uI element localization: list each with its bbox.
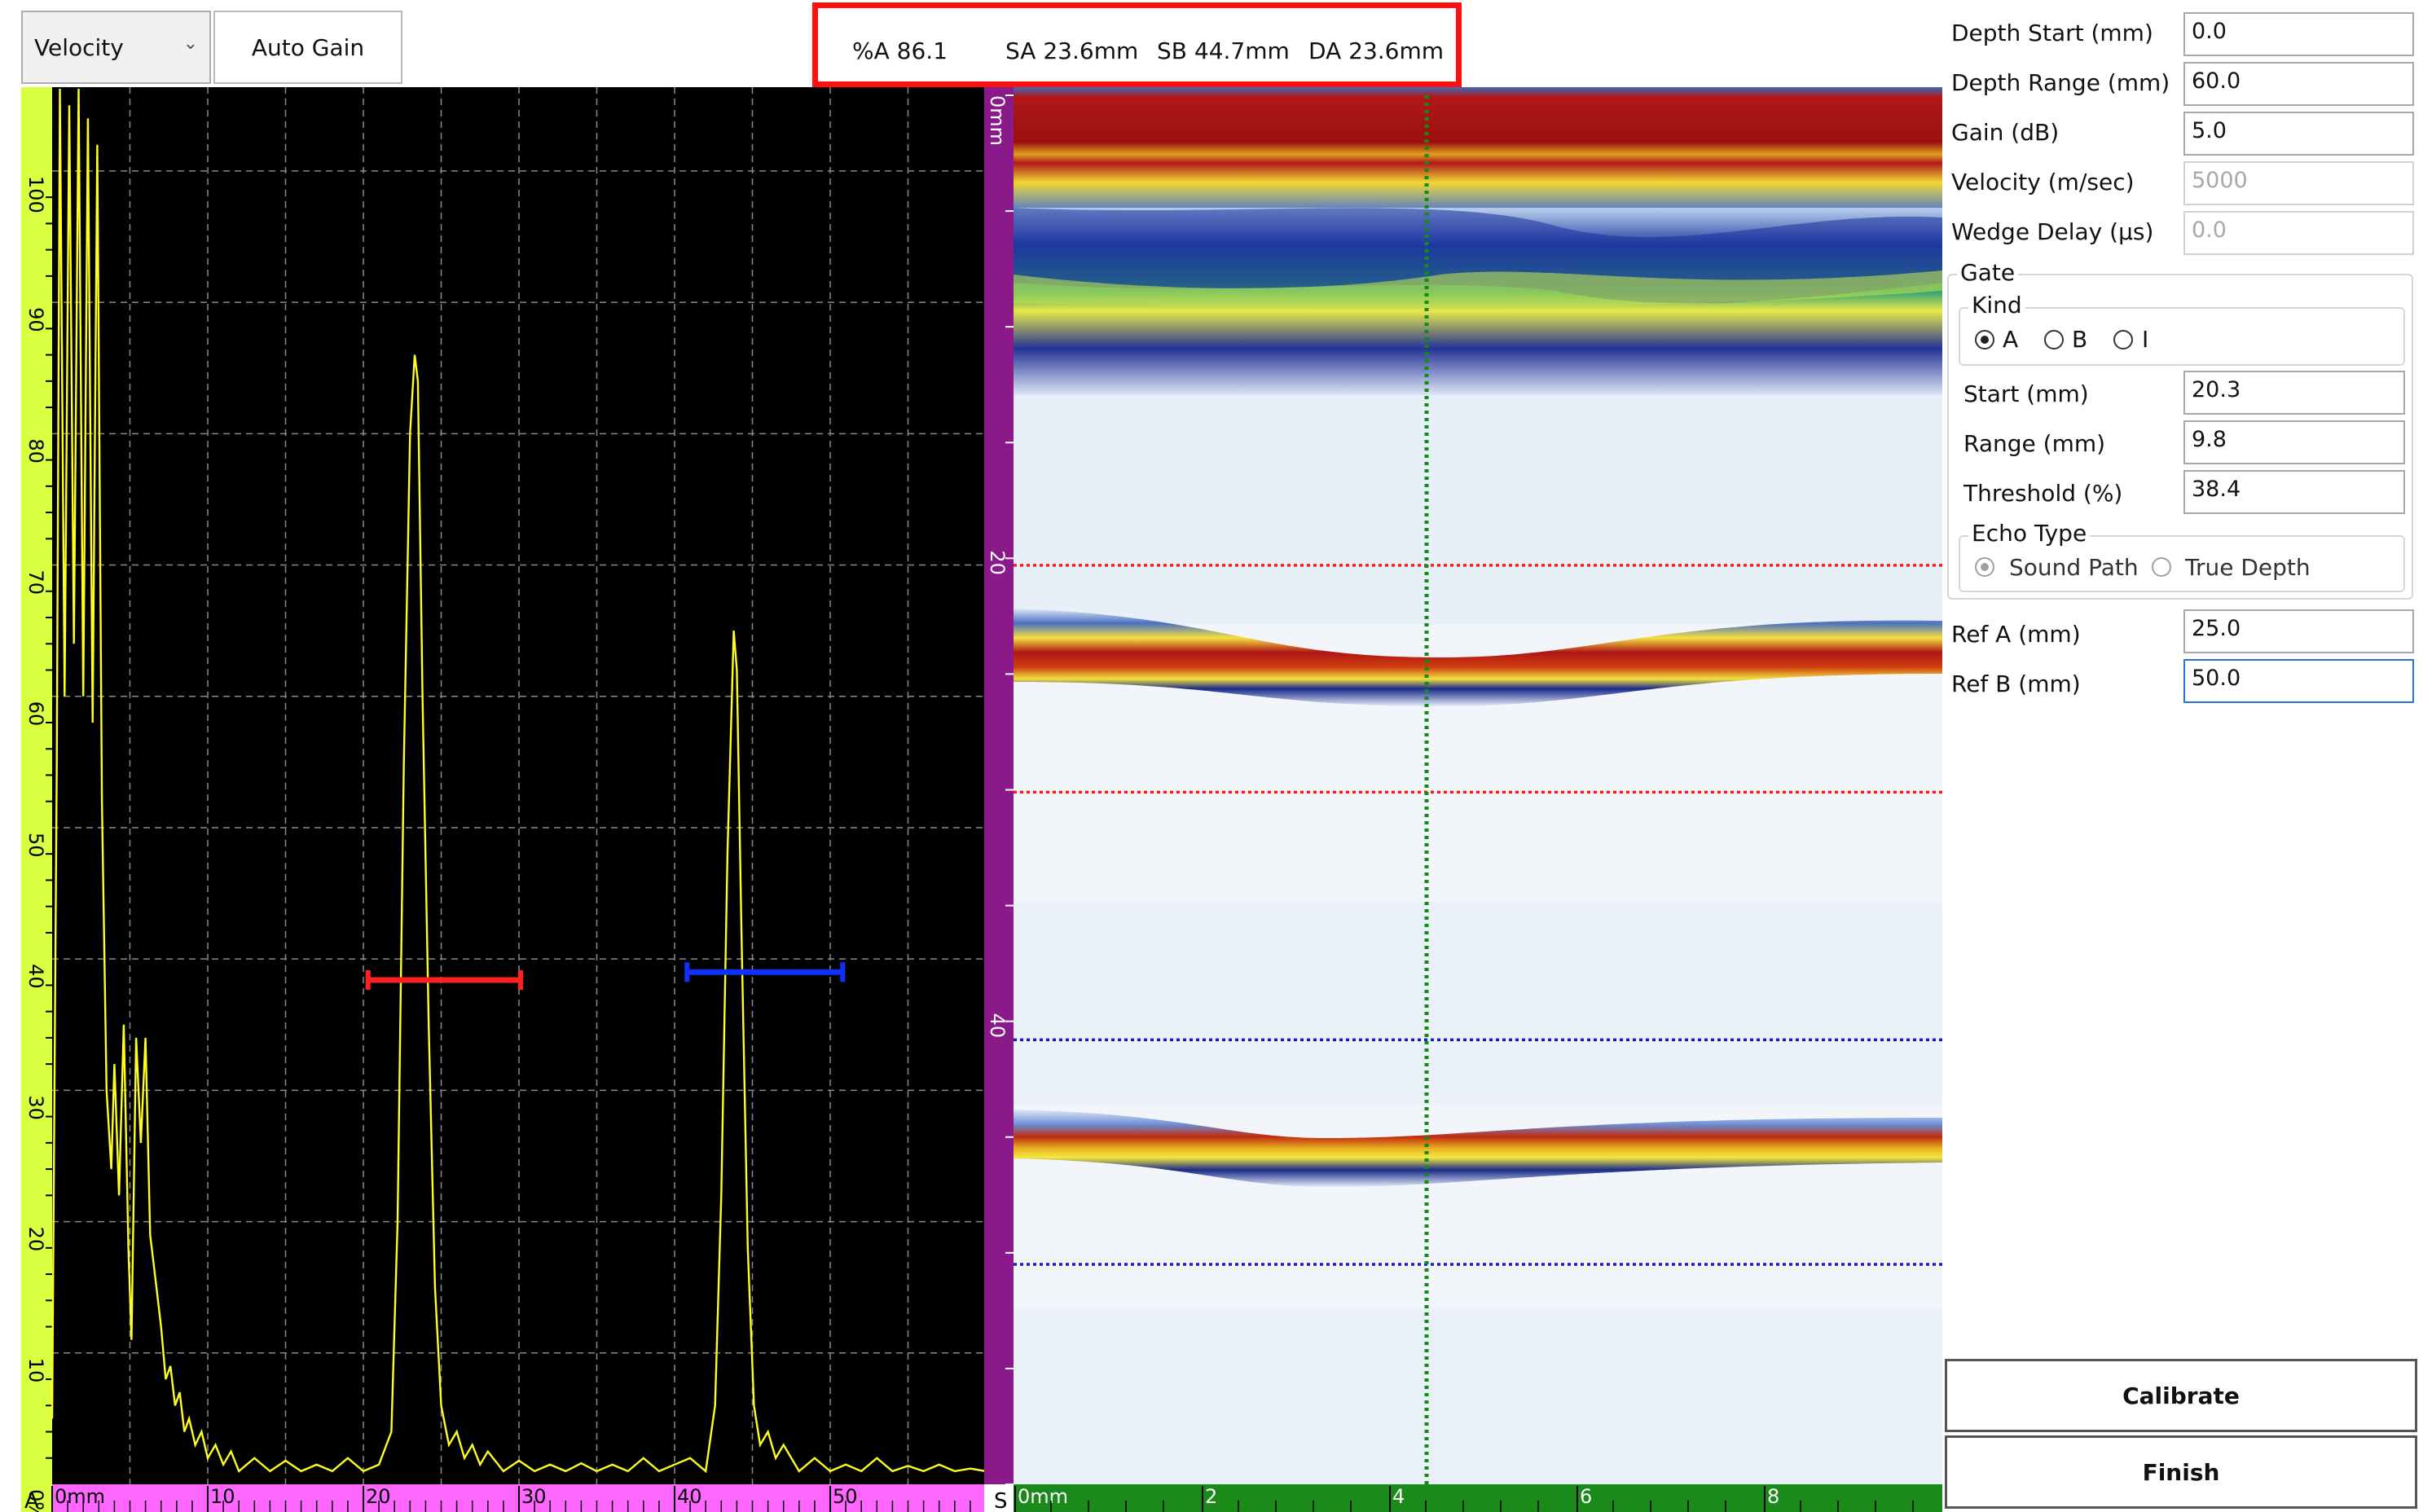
cscan-x-tick-label: 2 — [1205, 1485, 1217, 1508]
velocity-field[interactable]: 5000 — [2183, 161, 2414, 205]
velocity-label: Velocity (m/sec) — [1951, 169, 2135, 196]
measurement-readout: %A 86.1 SA 23.6mm SB 44.7mm DA 23.6mm — [812, 2, 1462, 87]
kind-i-radio[interactable] — [2113, 330, 2133, 349]
ascan-x-tick-label: 50 — [833, 1485, 858, 1508]
ascan-y-tick-label: 20 — [24, 1227, 47, 1252]
cscan-surface-echo — [1014, 87, 1942, 209]
depth-start-label: Depth Start (mm) — [1951, 20, 2153, 46]
gate-threshold-field[interactable]: 38.4 — [2183, 470, 2405, 514]
echo-type-title: Echo Type — [1968, 520, 2091, 547]
ascan-y-tick-label: 50 — [24, 833, 47, 858]
kind-b-radio[interactable] — [2044, 330, 2064, 349]
depth-range-label: Depth Range (mm) — [1951, 69, 2170, 96]
calibrate-button[interactable]: Calibrate — [1945, 1359, 2417, 1432]
ascan-x-tick-label: 10 — [210, 1485, 235, 1508]
ref-a-label: Ref A (mm) — [1951, 621, 2081, 648]
readout-sa: SA 23.6mm — [1005, 37, 1139, 64]
true-depth-label: True Depth — [2185, 554, 2311, 581]
kind-group — [1959, 307, 2405, 366]
kind-group-title: Kind — [1968, 292, 2025, 319]
readout-da: DA 23.6mm — [1308, 37, 1445, 64]
cscan-x-axis — [1014, 1484, 1942, 1512]
true-depth-radio[interactable] — [2152, 557, 2171, 577]
sound-path-radio[interactable] — [1975, 557, 1994, 577]
cscan-x-tick-label: 8 — [1767, 1485, 1779, 1508]
kind-a-radio[interactable] — [1975, 330, 1994, 349]
depth-start-field[interactable]: 0.0 — [2183, 12, 2414, 56]
auto-gain-button[interactable]: Auto Gain — [213, 11, 402, 84]
ascan-y-tick-label: 60 — [24, 701, 47, 727]
readout-sb: SB 44.7mm — [1157, 37, 1290, 64]
finish-button[interactable]: Finish — [1945, 1435, 2417, 1509]
ascan-x-tick-label: 20 — [366, 1485, 391, 1508]
gate-start-label: Start (mm) — [1963, 380, 2089, 407]
wedge-delay-field[interactable]: 0.0 — [2183, 211, 2414, 255]
ascan-x-tick-label: 40 — [677, 1485, 702, 1508]
ref-b-label: Ref B (mm) — [1951, 670, 2081, 697]
gain-field[interactable]: 5.0 — [2183, 112, 2414, 156]
ascan-y-tick-label: 70 — [24, 570, 47, 596]
velocity-select[interactable]: Velocity ⌄ — [21, 11, 211, 84]
gain-label: Gain (dB) — [1951, 119, 2060, 146]
sound-path-label: Sound Path — [2009, 554, 2139, 581]
ascan-y-tick-label: 90 — [24, 307, 47, 332]
ascan-x-tick-label: 30 — [521, 1485, 547, 1508]
depth-range-field[interactable]: 60.0 — [2183, 62, 2414, 106]
cscan-depth-tick-label: 20 — [986, 550, 1009, 575]
cscan-depth-axis — [984, 87, 1014, 1484]
gate-group-title: Gate — [1957, 259, 2019, 286]
kind-b-label: B — [2072, 326, 2088, 353]
cscan-x-tick-label: 6 — [1580, 1485, 1592, 1508]
gate-start-field[interactable]: 20.3 — [2183, 371, 2405, 415]
cscan-depth-tick-label: 0mm — [986, 95, 1009, 146]
gate-range-label: Range (mm) — [1963, 430, 2106, 457]
readout-percent-a: %A 86.1 — [852, 37, 948, 64]
gate-threshold-label: Threshold (%) — [1963, 480, 2123, 507]
ascan-y-tick-label: 40 — [24, 964, 47, 989]
ascan-y-tick-label: 30 — [24, 1095, 47, 1120]
cscan-x-tick-label: 0mm — [1018, 1485, 1068, 1508]
ascan-x-tick-label: 0mm — [55, 1485, 105, 1508]
cscan-x-tick-label: 4 — [1392, 1485, 1405, 1508]
cscan-corner-label: S — [994, 1489, 1008, 1512]
cscan-depth-tick-label: 40 — [986, 1013, 1009, 1039]
ascan-plot[interactable]: 1009080706050403020100% 0mm102030405060 … — [21, 87, 986, 1512]
ascan-y-tick-label: 80 — [24, 438, 47, 464]
gate-range-field[interactable]: 9.8 — [2183, 420, 2405, 464]
ref-a-field[interactable]: 25.0 — [2183, 609, 2414, 653]
ascan-y-tick-label: 10 — [24, 1358, 47, 1383]
ascan-y-tick-label: 100 — [24, 176, 47, 213]
wedge-delay-label: Wedge Delay (µs) — [1951, 218, 2154, 245]
velocity-select-value: Velocity — [34, 33, 124, 61]
ascan-corner-label: A — [24, 1489, 39, 1512]
ref-b-field[interactable]: 50.0 — [2183, 659, 2414, 703]
chevron-down-icon: ⌄ — [182, 33, 198, 54]
cscan-image[interactable]: 0mm2040 0mm246810 S — [984, 87, 1942, 1512]
kind-i-label: I — [2142, 326, 2149, 353]
kind-a-label: A — [2003, 326, 2019, 353]
